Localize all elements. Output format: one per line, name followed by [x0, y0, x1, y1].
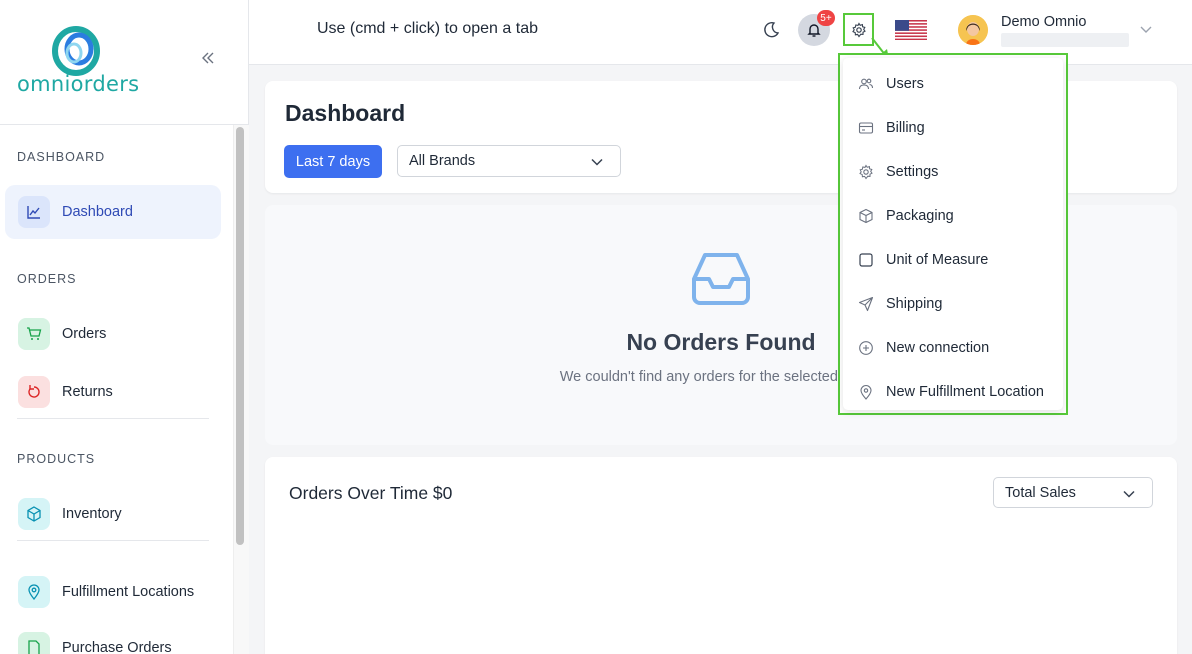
menu-item-label: Unit of Measure — [886, 252, 989, 268]
menu-item-users[interactable]: Users — [843, 62, 1063, 106]
sidebar-item-returns[interactable]: Returns — [5, 365, 221, 419]
avatar[interactable] — [958, 15, 988, 45]
sidebar-item-label: Dashboard — [62, 204, 133, 220]
moon-icon[interactable] — [761, 20, 781, 40]
user-name[interactable]: Demo Omnio — [1001, 14, 1086, 30]
date-range-button[interactable]: Last 7 days — [284, 145, 382, 178]
document-icon — [18, 632, 50, 654]
location-pin-icon — [18, 576, 50, 608]
menu-item-label: Packaging — [886, 208, 954, 224]
brand-select-value: All Brands — [409, 153, 476, 169]
menu-item-packaging[interactable]: Packaging — [843, 194, 1063, 238]
page-title: Dashboard — [285, 100, 406, 126]
menu-item-unit-of-measure[interactable]: Unit of Measure — [843, 238, 1063, 282]
chart-line-icon — [18, 196, 50, 228]
sidebar-item-label: Returns — [62, 384, 113, 400]
chevron-down-icon — [1123, 490, 1135, 498]
user-email-redacted — [1001, 33, 1129, 47]
sidebar-divider — [17, 540, 209, 541]
sidebar-item-label: Inventory — [62, 506, 122, 522]
plus-circle-icon — [858, 340, 874, 356]
sidebar-scrollbar-thumb[interactable] — [236, 127, 244, 545]
brand-select[interactable]: All Brands — [397, 145, 621, 177]
section-label-products: PRODUCTS — [17, 452, 96, 466]
sidebar-item-inventory[interactable]: Inventory — [5, 487, 221, 541]
menu-item-label: New connection — [886, 340, 990, 356]
sidebar-item-fulfillment-locations[interactable]: Fulfillment Locations — [5, 565, 221, 619]
chevron-down-icon[interactable] — [1139, 22, 1153, 36]
sidebar-item-label: Purchase Orders — [62, 640, 172, 654]
package-icon — [858, 208, 874, 224]
omniorders-logo-icon — [52, 26, 100, 76]
sidebar-item-dashboard[interactable]: Dashboard — [5, 185, 221, 239]
menu-item-new-fulfillment-location[interactable]: New Fulfillment Location — [843, 370, 1063, 414]
menu-item-label: Billing — [886, 120, 925, 136]
sidebar-item-orders[interactable]: Orders — [5, 307, 221, 361]
box-icon — [18, 498, 50, 530]
metric-select[interactable]: Total Sales — [993, 477, 1153, 508]
credit-card-icon — [858, 120, 874, 136]
sidebar-nav: DASHBOARD Dashboard ORDERS Orders Return… — [0, 125, 233, 654]
map-pin-icon — [858, 384, 874, 400]
menu-item-billing[interactable]: Billing — [843, 106, 1063, 150]
menu-item-label: Users — [886, 76, 924, 92]
sidebar-divider — [17, 418, 209, 419]
settings-dropdown-highlight: Users Billing Settings Packaging Unit of… — [838, 53, 1068, 415]
metric-select-value: Total Sales — [1005, 484, 1076, 501]
gear-icon — [851, 21, 866, 37]
menu-item-label: New Fulfillment Location — [886, 384, 1044, 400]
collapse-sidebar-button[interactable] — [200, 50, 216, 70]
orders-over-time-card: Orders Over Time $0 Total Sales — [265, 457, 1177, 654]
inbox-icon — [692, 253, 750, 305]
menu-item-settings[interactable]: Settings — [843, 150, 1063, 194]
us-flag-icon[interactable] — [895, 20, 927, 40]
menu-item-label: Settings — [886, 164, 939, 180]
users-icon — [858, 76, 874, 92]
cart-icon — [18, 318, 50, 350]
section-label-dashboard: DASHBOARD — [17, 150, 106, 164]
orders-over-time-title: Orders Over Time $0 — [289, 483, 453, 503]
settings-dropdown-menu: Users Billing Settings Packaging Unit of… — [843, 58, 1063, 410]
logo-area: omniorders — [0, 0, 248, 125]
menu-item-new-connection[interactable]: New connection — [843, 326, 1063, 370]
square-icon — [858, 252, 874, 268]
return-icon — [18, 376, 50, 408]
open-tab-hint: Use (cmd + click) to open a tab — [317, 20, 538, 37]
double-chevron-left-icon — [202, 52, 214, 64]
sidebar-item-label: Orders — [62, 326, 107, 342]
sidebar: omniorders DASHBOARD Dashboard ORDERS Or… — [0, 0, 249, 654]
section-label-orders: ORDERS — [17, 272, 77, 286]
chevron-down-icon — [591, 158, 603, 166]
sidebar-item-label: Fulfillment Locations — [62, 584, 195, 600]
menu-item-shipping[interactable]: Shipping — [843, 282, 1063, 326]
notification-badge: 5+ — [817, 10, 835, 26]
menu-item-label: Shipping — [886, 296, 943, 312]
logo-text: omniorders — [17, 72, 140, 96]
gear-icon — [858, 164, 874, 180]
paper-plane-icon — [858, 296, 874, 312]
sidebar-item-purchase-orders[interactable]: Purchase Orders — [5, 621, 221, 654]
